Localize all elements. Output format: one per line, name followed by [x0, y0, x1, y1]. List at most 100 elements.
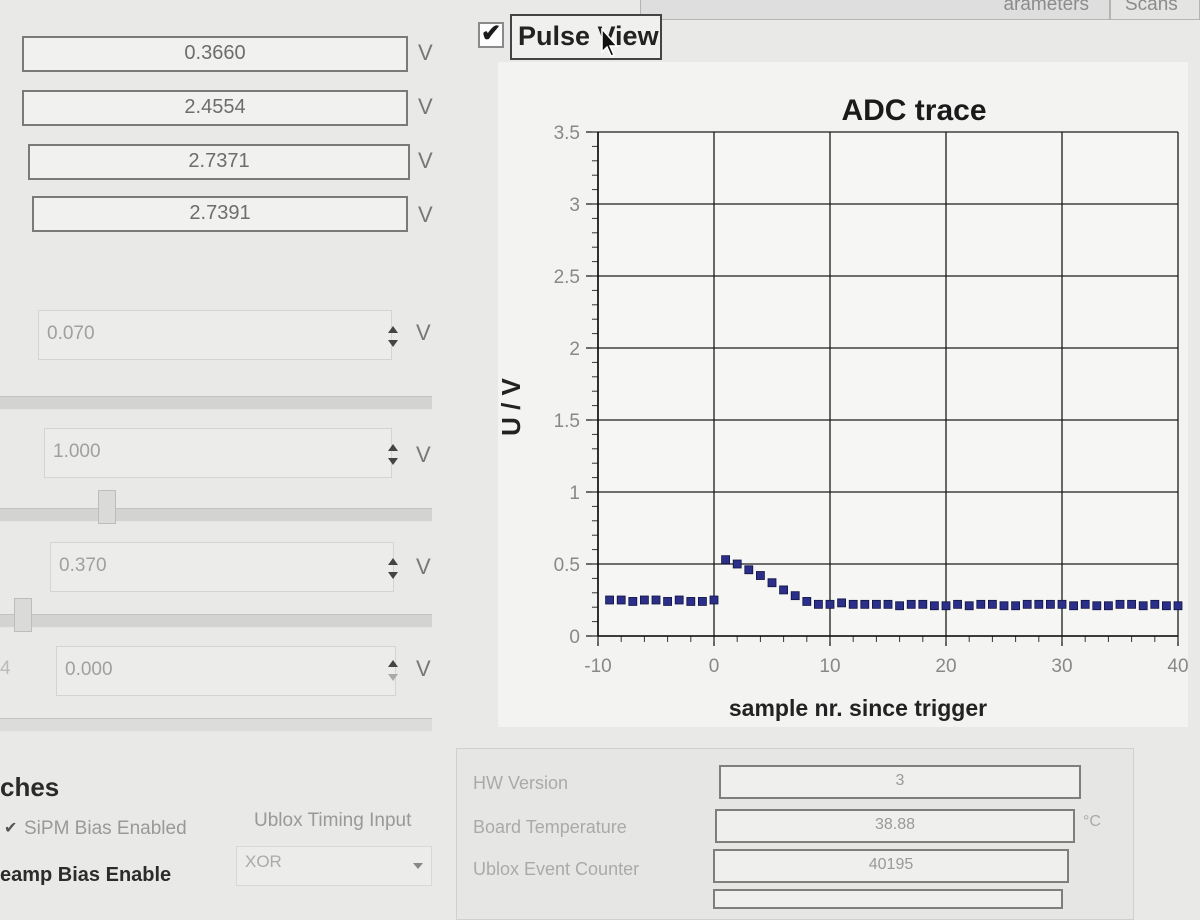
- chart-y-axis-label: U / V: [498, 377, 526, 435]
- arrow-down-icon[interactable]: [388, 340, 398, 347]
- switches-section-title: ches: [0, 772, 60, 802]
- data-point: [767, 578, 777, 588]
- next-info-field: [713, 889, 1063, 909]
- data-point: [779, 585, 789, 595]
- unit-label: V: [416, 656, 431, 681]
- y-tick-label: 0.5: [554, 555, 580, 576]
- data-point: [1104, 601, 1113, 611]
- y-tick-label: 2.5: [554, 267, 580, 288]
- slider-4[interactable]: [0, 718, 432, 732]
- data-point: [895, 601, 905, 611]
- hardware-info-panel: HW Version 3 Board Temperature 38.88 °C …: [456, 748, 1134, 920]
- checkmark-icon[interactable]: ✔: [4, 818, 17, 838]
- data-point: [744, 565, 754, 575]
- data-point: [1034, 599, 1044, 609]
- unit-label: V: [418, 202, 433, 227]
- slider-2-handle[interactable]: [98, 490, 116, 524]
- event-counter-label: Ublox Event Counter: [473, 859, 640, 879]
- data-point: [732, 559, 742, 569]
- data-point: [1011, 601, 1020, 611]
- unit-label: V: [416, 554, 431, 579]
- unit-label: V: [416, 442, 431, 467]
- data-point: [605, 595, 614, 605]
- unit-label: V: [416, 320, 431, 345]
- spinbox-1-arrows[interactable]: [386, 324, 400, 352]
- y-tick-label: 2: [569, 339, 580, 360]
- x-tick-label: 0: [709, 656, 720, 677]
- data-point: [1080, 599, 1090, 609]
- spinbox-row-1: 0.070 V: [0, 310, 470, 362]
- data-point: [1057, 599, 1067, 609]
- chevron-down-icon[interactable]: [413, 863, 423, 869]
- board-temperature-label: Board Temperature: [473, 817, 627, 837]
- data-point: [1069, 601, 1078, 611]
- data-point: [1092, 601, 1102, 611]
- celsius-unit: °C: [1083, 813, 1101, 830]
- x-tick-label: -10: [584, 656, 611, 677]
- arrow-down-icon[interactable]: [388, 572, 398, 579]
- voltage-readout-4: 2.7391: [32, 196, 408, 232]
- data-point: [941, 601, 951, 611]
- voltage-readout-3: 2.7371: [28, 144, 410, 180]
- unit-label: V: [418, 40, 433, 65]
- data-point: [1127, 599, 1136, 609]
- y-tick-label: 3.5: [554, 123, 580, 144]
- spinbox-2-input[interactable]: 1.000: [44, 428, 392, 478]
- data-point: [999, 601, 1009, 611]
- arrow-up-icon[interactable]: [388, 558, 398, 565]
- unit-label: V: [418, 94, 433, 119]
- hw-version-field: 3: [719, 765, 1081, 799]
- slider-3[interactable]: [0, 614, 432, 628]
- spinbox-4-arrows[interactable]: [386, 658, 400, 686]
- data-point: [686, 597, 696, 606]
- plot-background: [598, 132, 1178, 636]
- row-number-label: 4: [0, 658, 11, 679]
- spinbox-row-2: 1.000 V: [0, 428, 470, 480]
- data-point: [953, 599, 963, 609]
- spinbox-1-input[interactable]: 0.070: [38, 310, 392, 360]
- x-tick-label: 40: [1167, 656, 1188, 677]
- data-point: [709, 595, 719, 605]
- ublox-timing-value: XOR: [245, 852, 282, 871]
- data-point: [883, 599, 893, 609]
- arrow-up-icon[interactable]: [388, 444, 398, 451]
- voltage-readout-1: 0.3660: [22, 36, 408, 72]
- data-point: [674, 595, 684, 605]
- arrow-down-icon[interactable]: [388, 458, 398, 465]
- spinbox-2-arrows[interactable]: [386, 442, 400, 470]
- data-point: [1115, 599, 1125, 609]
- pulse-view-label[interactable]: Pulse View: [510, 14, 662, 60]
- arrow-up-icon[interactable]: [388, 326, 398, 333]
- tab-strip: arameters Scans: [640, 0, 1200, 22]
- data-point: [721, 555, 731, 565]
- pulse-view-checkbox[interactable]: ✔: [478, 22, 504, 48]
- slider-1[interactable]: [0, 396, 432, 410]
- spinbox-row-4: 4 0.000 V: [0, 646, 470, 698]
- data-point: [639, 595, 649, 605]
- arrow-up-icon[interactable]: [388, 660, 398, 667]
- sipm-bias-checkbox-label[interactable]: SiPM Bias Enabled: [24, 818, 187, 840]
- y-tick-label: 1: [569, 483, 580, 504]
- data-point: [871, 599, 881, 609]
- board-temperature-field: 38.88: [715, 809, 1075, 843]
- data-point: [628, 597, 638, 606]
- event-counter-field: 40195: [713, 849, 1069, 883]
- spinbox-4-input[interactable]: 0.000: [56, 646, 396, 696]
- data-point: [663, 597, 673, 606]
- data-point: [813, 599, 823, 609]
- tab-scans[interactable]: Scans: [1110, 0, 1200, 20]
- ublox-timing-select[interactable]: XOR: [236, 846, 432, 886]
- data-point: [964, 601, 974, 611]
- spinbox-3-arrows[interactable]: [386, 556, 400, 584]
- preamp-bias-label[interactable]: eamp Bias Enable: [0, 864, 171, 887]
- tab-parameters[interactable]: arameters: [640, 0, 1110, 20]
- chart-title: ADC trace: [841, 94, 986, 127]
- spinbox-3-input[interactable]: 0.370: [50, 542, 394, 592]
- arrow-down-icon[interactable]: [388, 674, 398, 681]
- slider-3-handle[interactable]: [14, 598, 32, 632]
- data-point: [825, 599, 835, 609]
- slider-2[interactable]: [0, 508, 432, 522]
- chart-x-axis-label: sample nr. since trigger: [729, 695, 987, 721]
- data-point: [1022, 599, 1032, 609]
- data-point: [1162, 601, 1171, 611]
